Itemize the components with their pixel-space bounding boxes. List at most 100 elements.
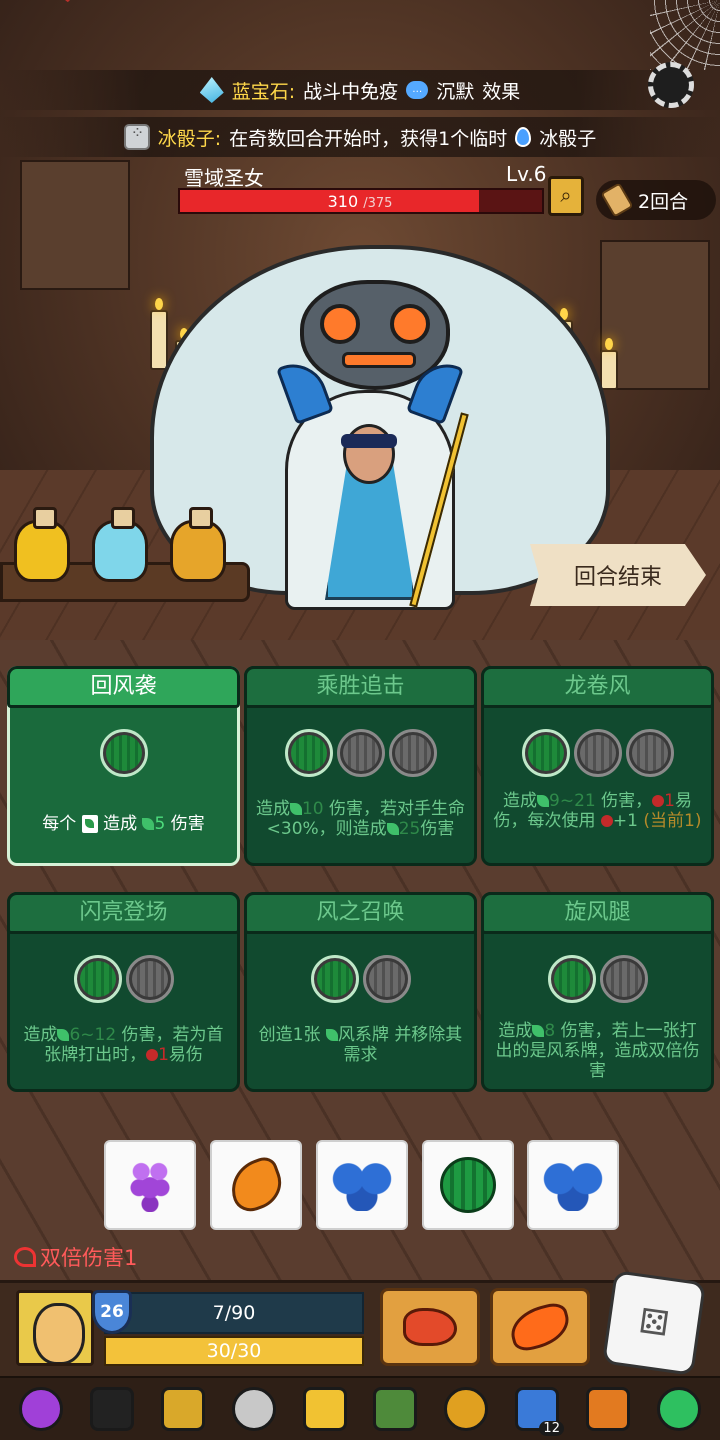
enemy-hp-bar: 310 /375 (178, 188, 544, 214)
green-leaf-icon[interactable] (652, 1382, 706, 1436)
skill-description: 创造1张 风系牌 并移除其需求 (258, 1025, 463, 1065)
card-icon (81, 815, 98, 833)
yeti-eye (320, 304, 360, 344)
dice-slot-melon-icon[interactable] (521, 729, 570, 777)
green-card-icon-shape (373, 1387, 418, 1431)
effect-suffix: 效果 (482, 80, 521, 103)
skill-card-huifengxi[interactable]: 回风袭 每个 造成 5 伤害 (7, 666, 240, 866)
crown-icon[interactable] (298, 1382, 352, 1436)
dice-slot-empty-icon[interactable] (599, 955, 648, 1003)
tentacle-decoration (0, 0, 90, 70)
skill-card-fengzhizhaohuan[interactable]: 风之召唤 创造1张 风系牌 并移除其需求 (244, 892, 477, 1092)
shield-icon: 26 (92, 1290, 132, 1334)
player-hp-text: 7/90 (212, 1302, 256, 1324)
inspect-magnifier-icon[interactable]: ⌕ (548, 176, 584, 216)
gold-coin-icon[interactable] (439, 1382, 493, 1436)
scroll-icon[interactable] (227, 1382, 281, 1436)
double-damage-icon (14, 1247, 36, 1267)
wind-leaf-icon (532, 1025, 545, 1037)
vulnerable-bug-icon (146, 1049, 159, 1061)
gold-coin-icon-shape (444, 1387, 489, 1431)
buff-double-damage[interactable]: 双倍伤害1 (14, 1242, 137, 1272)
wind-leaf-icon (57, 1029, 70, 1041)
die[interactable] (316, 1140, 408, 1230)
skill-card-chengshengzhuiji[interactable]: 乘胜追击 造成 10 伤害，若对手生命<30%，则造成 25伤害 (244, 666, 477, 866)
dice-slot-melon-icon[interactable] (310, 955, 359, 1003)
black-armor-icon[interactable] (85, 1382, 139, 1436)
die[interactable] (527, 1140, 619, 1230)
gold-egg-icon[interactable] (156, 1382, 210, 1436)
orange-potion[interactable] (170, 507, 226, 582)
die[interactable] (422, 1140, 514, 1230)
wind-leaf-icon (386, 823, 399, 835)
effect-sapphire: 蓝宝石: 战斗中免疫 … 沉默 效果 (0, 70, 720, 110)
blue-potion[interactable] (92, 507, 148, 582)
die[interactable] (210, 1140, 302, 1230)
effect-ice-dice: 冰骰子: 在奇数回合开始时，获得1个临时 冰骰子 (0, 117, 720, 157)
melon-icon (440, 1157, 496, 1213)
vulnerable-bug-icon (600, 815, 613, 827)
skill-slots (247, 729, 474, 777)
blue-shield-icon[interactable]: 12 (510, 1382, 564, 1436)
dice-slot-empty-icon[interactable] (125, 955, 174, 1003)
green-leaf-icon-shape (656, 1387, 701, 1431)
buff-label: 双倍伤害1 (40, 1246, 138, 1270)
ice-dice-icon (123, 123, 150, 150)
enemy-hp-max: /375 (363, 196, 393, 211)
skill-title: 闪亮登场 (7, 892, 240, 934)
stone-pillar (20, 160, 130, 290)
candle (600, 338, 618, 390)
dice-slot-melon-icon[interactable] (73, 955, 122, 1003)
wind-leaf-icon (325, 1029, 338, 1041)
skill-description: 造成 9~21 伤害， 1易伤，每次使用 +1 (当前1) (493, 791, 702, 831)
reroll-dice-button[interactable]: ⚄ (601, 1270, 707, 1376)
end-turn-button[interactable]: 回合结束 (530, 544, 706, 606)
orange-cloth-icon[interactable] (581, 1382, 635, 1436)
effect-text: 战斗中免疫 (303, 80, 399, 103)
wind-leaf-icon (289, 803, 302, 815)
green-card-icon[interactable] (368, 1382, 422, 1436)
dice-slot-empty-icon[interactable] (573, 729, 622, 777)
player-portrait-avatar[interactable] (16, 1290, 94, 1366)
enemy-hp-current: 310 (327, 192, 359, 211)
skill-card-shanliangdengchang[interactable]: 闪亮登场 造成 6~12 伤害，若为首张牌打出时， 1易伤 (7, 892, 240, 1092)
fire-skill-button[interactable] (490, 1288, 590, 1366)
skill-title: 回风袭 (7, 666, 240, 708)
dice-slot-empty-icon[interactable] (362, 955, 411, 1003)
die[interactable] (104, 1140, 196, 1230)
vulnerable-bug-icon (652, 795, 665, 807)
yeti-eye (390, 304, 430, 344)
skill-title: 乘胜追击 (244, 666, 477, 708)
enemy-level: Lv.6 (506, 162, 547, 186)
dice-slot-empty-icon[interactable] (625, 729, 674, 777)
dice-slot-melon-icon[interactable] (99, 729, 148, 777)
dice-slot-empty-icon[interactable] (388, 729, 437, 777)
dice-slot-melon-icon[interactable] (284, 729, 333, 777)
punch-skill-button[interactable] (380, 1288, 480, 1366)
settings-gear-icon[interactable] (648, 62, 694, 108)
skill-card-longjuanfeng[interactable]: 龙卷风 造成 9~21 伤害， 1易伤，每次使用 +1 (当前1) (481, 666, 714, 866)
purple-potion-icon[interactable] (14, 1382, 68, 1436)
skill-description: 造成 10 伤害，若对手生命<30%，则造成 25伤害 (255, 799, 466, 839)
tentacle-decoration (120, 0, 230, 60)
skill-title: 旋风腿 (481, 892, 714, 934)
player-energy-bar: 30/30 (104, 1336, 364, 1366)
skill-title: 龙卷风 (481, 666, 714, 708)
hourglass-scroll-icon (600, 182, 634, 218)
skill-card-xuanfengtui[interactable]: 旋风腿 造成 8 伤害，若上一张打出的是风系牌，造成双倍伤害 (481, 892, 714, 1092)
scroll-icon-shape (231, 1387, 276, 1431)
skill-description: 造成 6~12 伤害，若为首张牌打出时， 1易伤 (23, 1025, 224, 1065)
skill-title: 风之召唤 (244, 892, 477, 934)
silence-icon: … (406, 81, 429, 99)
crown-icon-shape (302, 1387, 347, 1431)
relic-count: 12 (539, 1421, 564, 1436)
tentacle-decoration (470, 0, 590, 60)
fist-icon (403, 1308, 457, 1346)
hero-mask (341, 434, 397, 448)
skill-description: 每个 造成 5 伤害 (42, 814, 205, 834)
dice-slot-melon-icon[interactable] (547, 955, 596, 1003)
water-drop-icon (515, 127, 532, 147)
shield-value: 26 (100, 1302, 124, 1322)
yellow-potion[interactable] (14, 507, 70, 582)
dice-slot-empty-icon[interactable] (336, 729, 385, 777)
